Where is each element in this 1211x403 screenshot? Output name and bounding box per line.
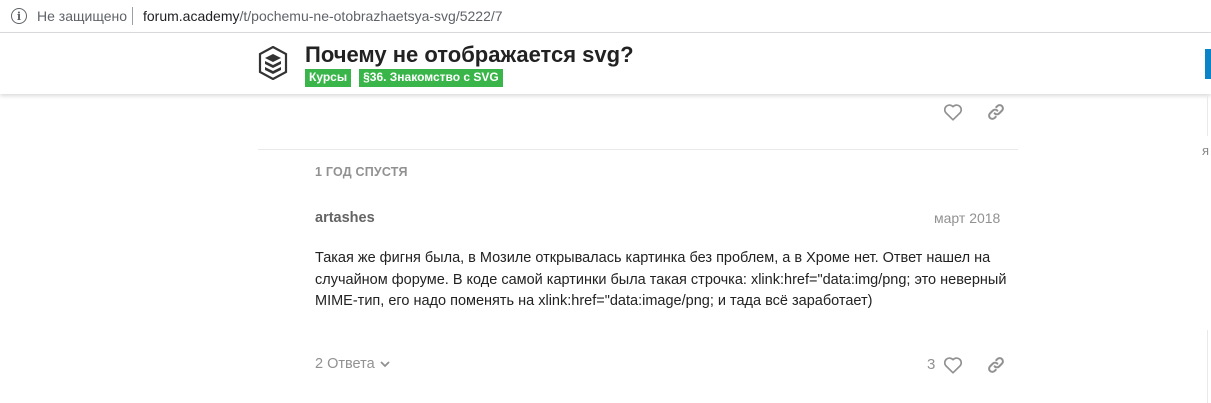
- heart-icon[interactable]: [942, 354, 964, 376]
- link-icon[interactable]: [985, 354, 1007, 376]
- side-divider: [1207, 94, 1208, 136]
- info-icon[interactable]: i: [11, 8, 27, 24]
- side-partial-text: я: [1202, 143, 1210, 158]
- post-date[interactable]: март 2018: [934, 210, 1000, 226]
- post-username[interactable]: artashes: [315, 210, 375, 226]
- replies-label: 2 Ответа: [315, 356, 375, 372]
- side-divider-bottom: [1207, 330, 1208, 403]
- topic-header: Почему не отображается svg? Курсы §36. З…: [0, 33, 1211, 94]
- url-separator: [132, 7, 133, 25]
- academy-logo[interactable]: [258, 46, 288, 80]
- like-count[interactable]: 3: [927, 356, 935, 373]
- heart-icon[interactable]: [942, 101, 964, 123]
- replies-button[interactable]: 2 Ответа: [315, 356, 391, 372]
- category-badge-svg-lesson[interactable]: §36. Знакомство с SVG: [359, 69, 503, 87]
- sidebar-edge[interactable]: [1205, 49, 1211, 79]
- category-badges: Курсы §36. Знакомство с SVG: [305, 69, 503, 87]
- url-host: forum.academy: [143, 8, 240, 24]
- security-label[interactable]: Не защищено: [37, 8, 127, 24]
- category-badge-courses[interactable]: Курсы: [305, 69, 352, 87]
- post-body: Такая же фигня была, в Мозиле открывалас…: [315, 250, 1007, 309]
- topic-title[interactable]: Почему не отображается svg?: [305, 42, 634, 68]
- url-path: /t/pochemu-ne-otobrazhaetsya-svg/5222/7: [239, 8, 503, 24]
- address-bar: i Не защищено forum.academy/t/pochemu-ne…: [0, 0, 1211, 33]
- link-icon[interactable]: [985, 101, 1007, 123]
- url-field[interactable]: forum.academy/t/pochemu-ne-otobrazhaetsy…: [143, 8, 503, 24]
- chevron-down-icon: [380, 361, 390, 368]
- time-gap-label: 1 ГОД СПУСТЯ: [315, 165, 408, 179]
- post-divider: [258, 149, 1018, 150]
